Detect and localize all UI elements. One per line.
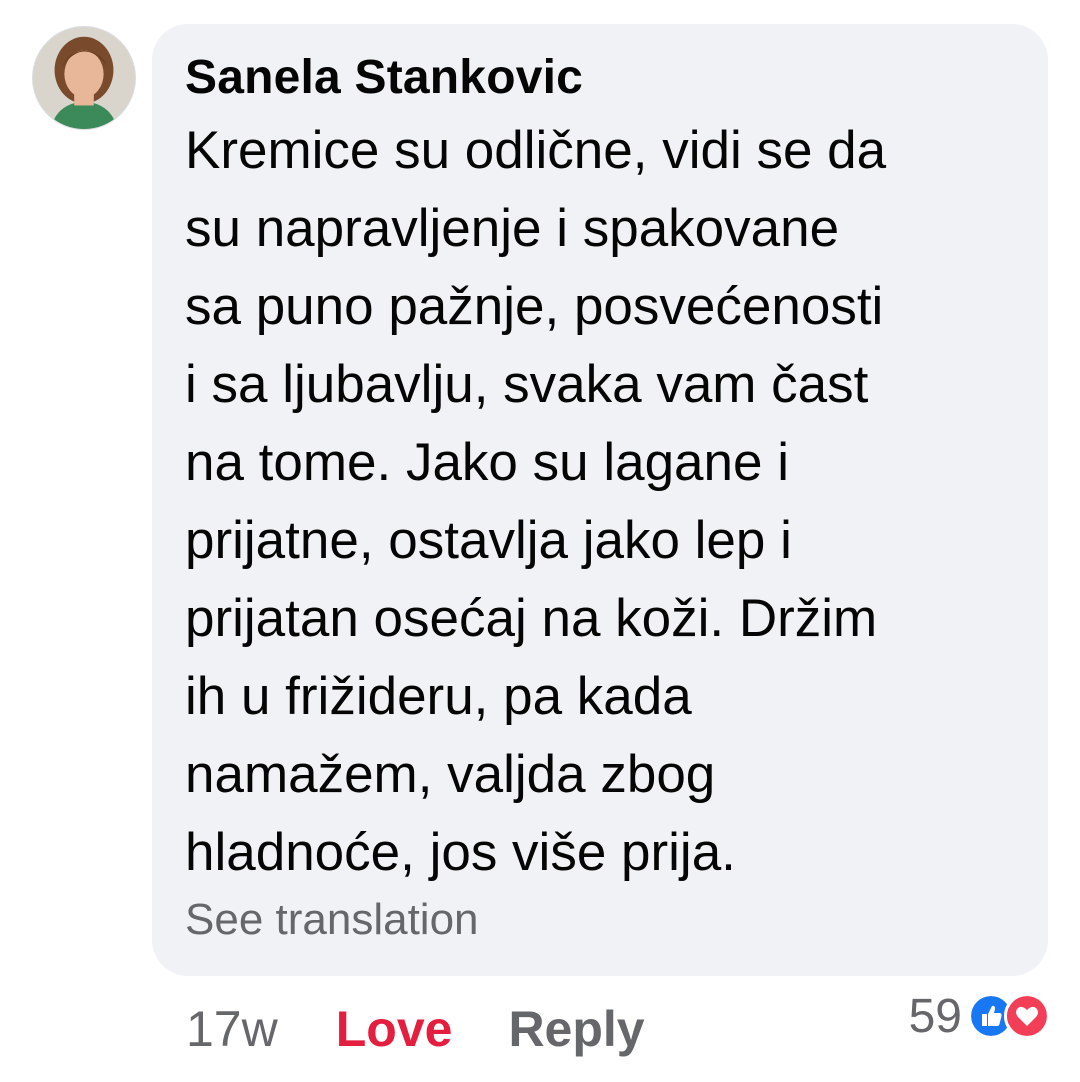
reaction-icons-group xyxy=(968,993,1050,1039)
reaction-summary[interactable]: 59 xyxy=(909,986,1050,1046)
reaction-count: 59 xyxy=(908,989,962,1043)
love-reaction-button[interactable]: Love xyxy=(336,997,453,1061)
comment-bubble: Sanela Stankovic Kremice su odlične, vid… xyxy=(152,24,1048,976)
comment-author-name[interactable]: Sanela Stankovic xyxy=(185,48,1018,108)
comment-actions-bar: 17w Love Reply xyxy=(186,994,645,1064)
love-reaction-icon xyxy=(1004,993,1050,1039)
user-avatar-photo-icon xyxy=(33,27,135,129)
comment-body-text: Kremice su odlične, vidi se da su naprav… xyxy=(185,121,887,882)
avatar[interactable] xyxy=(32,26,136,130)
comment-timestamp[interactable]: 17w xyxy=(186,997,278,1061)
reply-button[interactable]: Reply xyxy=(508,997,644,1061)
see-translation-link[interactable]: See translation xyxy=(185,892,1018,948)
